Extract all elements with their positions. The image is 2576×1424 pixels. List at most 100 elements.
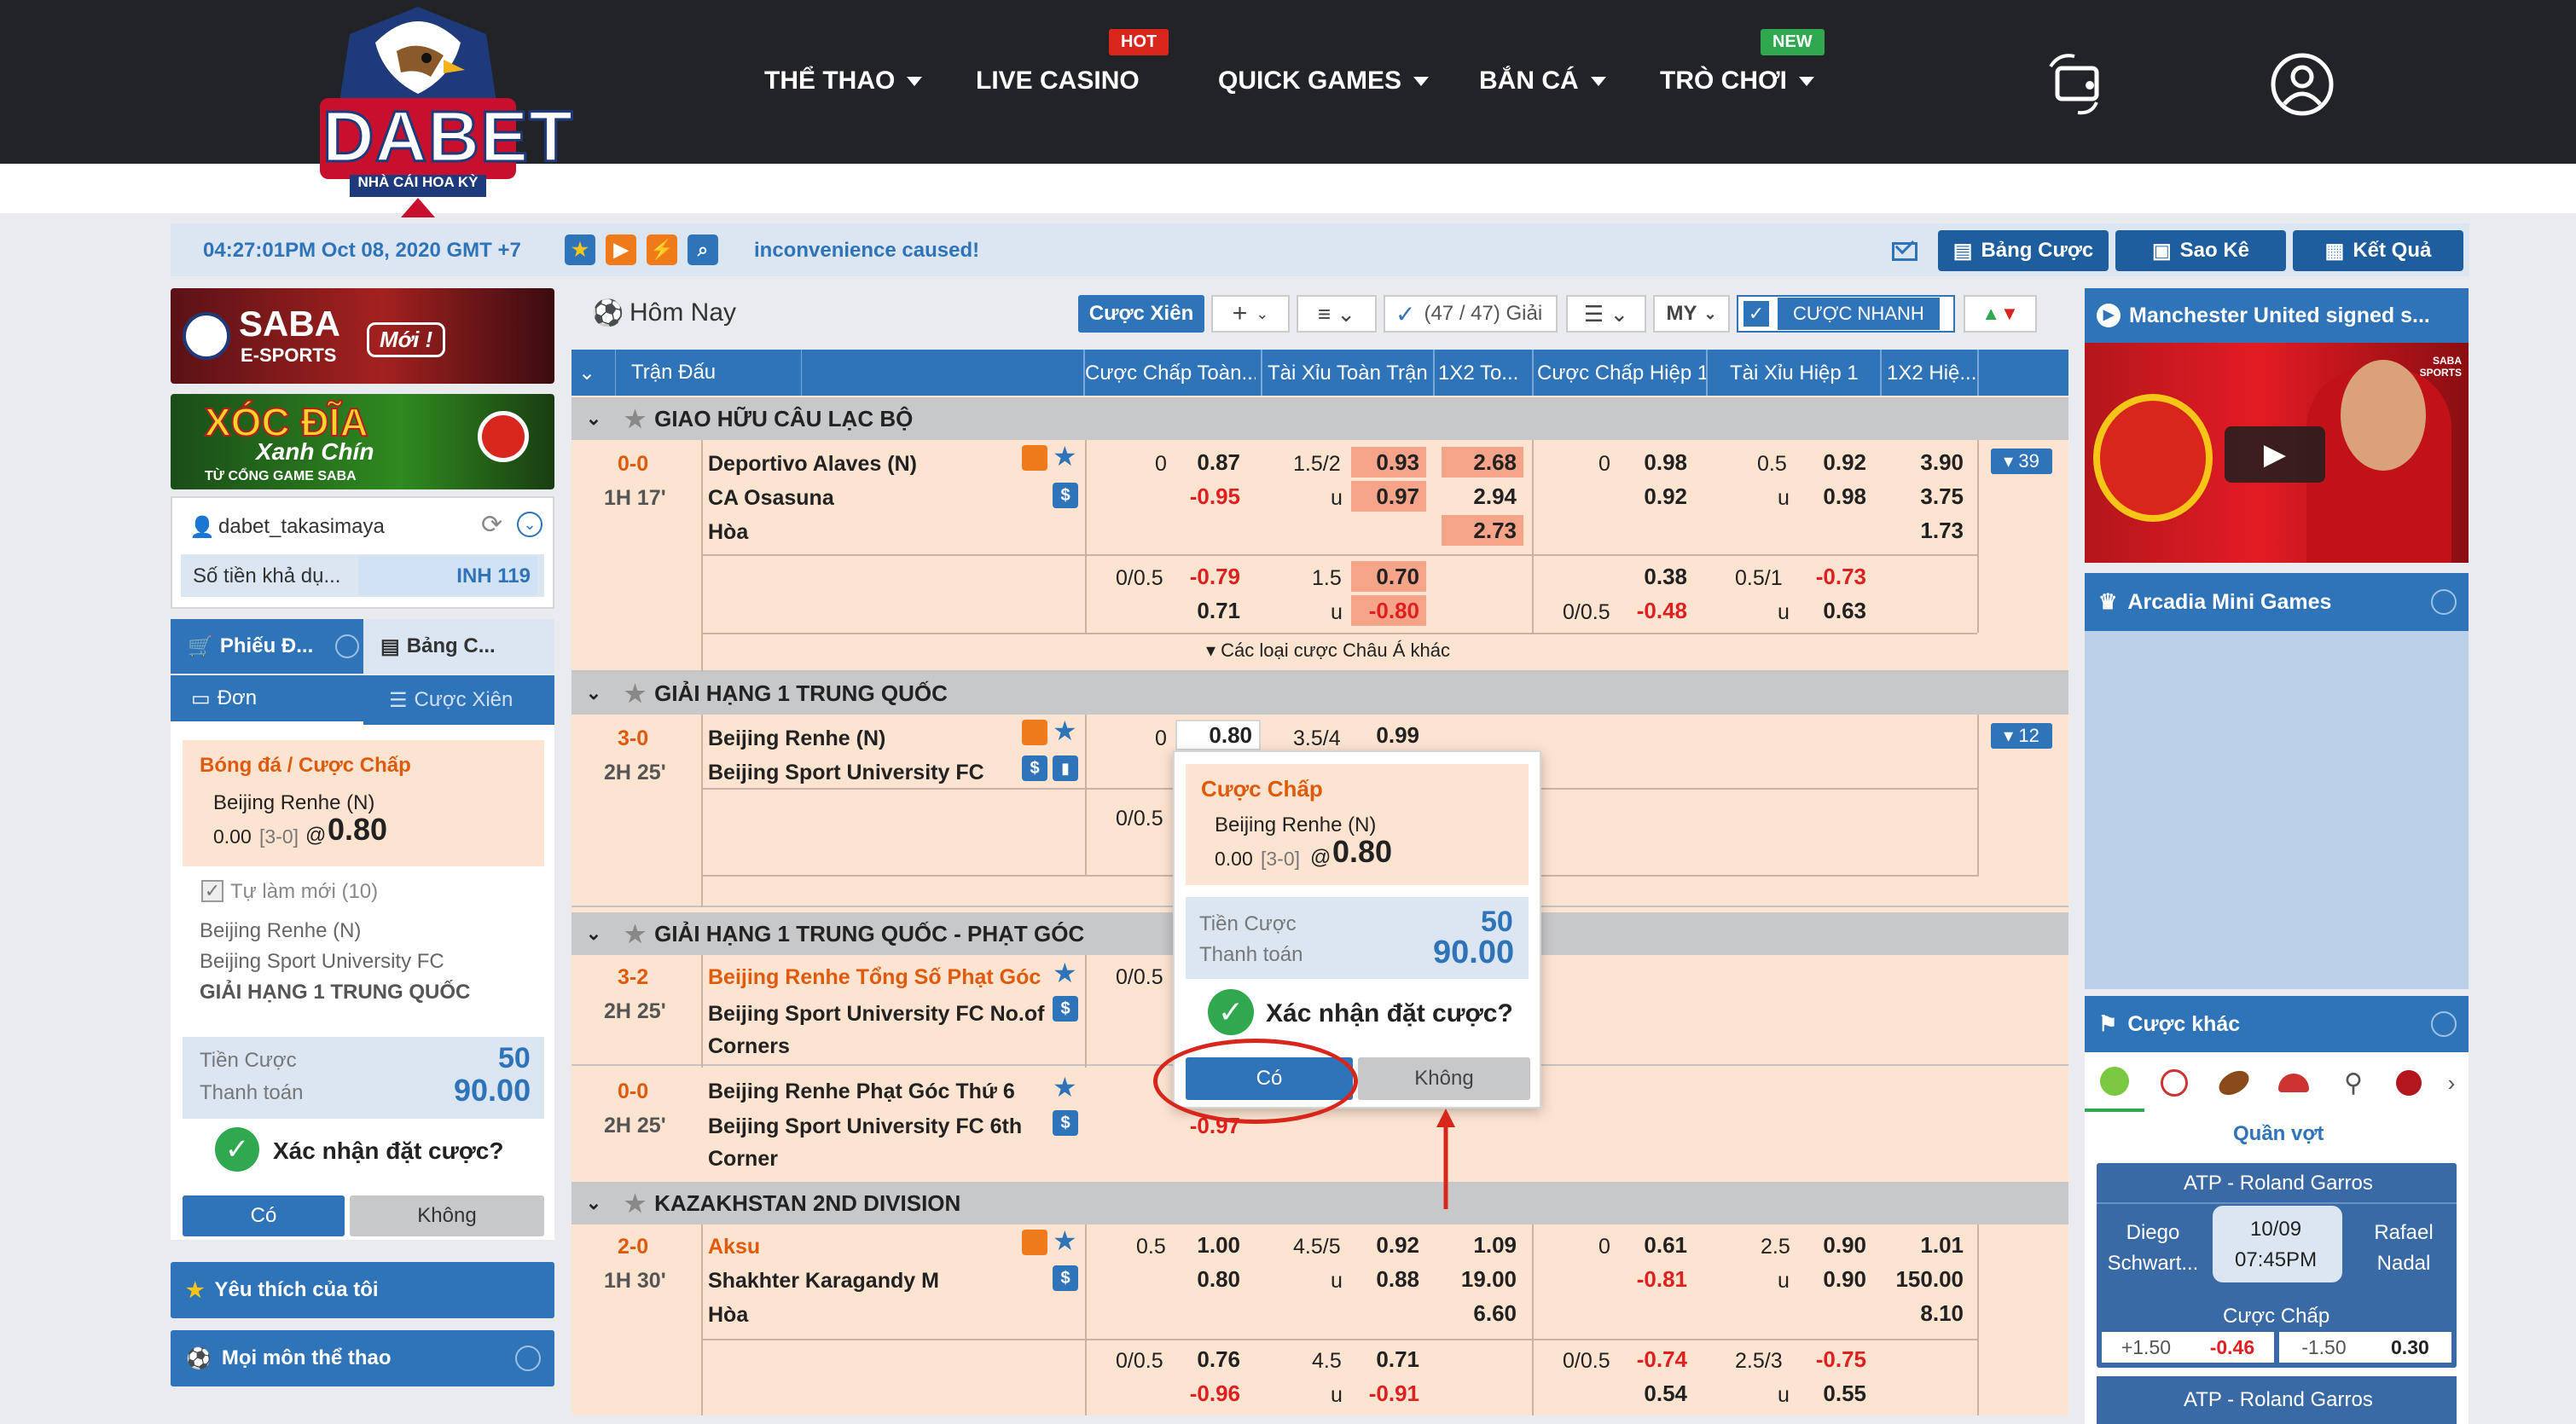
odds-type-dropdown[interactable]: MY ⌄ bbox=[1653, 295, 1730, 333]
odds-cell[interactable]: -0.81 bbox=[1619, 1264, 1694, 1294]
mail-icon[interactable] bbox=[1892, 234, 1917, 261]
cashout-icon[interactable]: $ bbox=[1053, 1265, 1078, 1291]
live-sport-icon[interactable] bbox=[1022, 720, 1047, 745]
star-icon[interactable]: ★ bbox=[1053, 1224, 1077, 1257]
nav-live-casino[interactable]: LIVE CASINO bbox=[976, 60, 1140, 102]
card-odds-right[interactable]: -1.50 0.30 bbox=[2279, 1332, 2451, 1363]
odds-change-icon[interactable]: ▲▼ bbox=[1964, 295, 2037, 333]
star-icon[interactable]: ★ bbox=[1053, 957, 1077, 989]
odds-cell[interactable]: 8.10 bbox=[1887, 1298, 1970, 1328]
odds-cell[interactable]: 0.88 bbox=[1351, 1264, 1426, 1294]
tab-bet-slip[interactable]: 🛒 Phiếu Đ... bbox=[171, 619, 363, 674]
odds-cell[interactable]: 1.09 bbox=[1442, 1230, 1523, 1260]
odds-cell[interactable]: 0.38 bbox=[1619, 561, 1694, 592]
odds-cell[interactable]: 0.92 bbox=[1619, 481, 1694, 512]
subtab-single[interactable]: ▭ Đơn bbox=[171, 675, 363, 725]
odds-cell[interactable]: 0.99 bbox=[1351, 720, 1426, 750]
cashout-icon[interactable]: $ bbox=[1053, 996, 1078, 1022]
odds-cell[interactable]: -0.80 bbox=[1351, 595, 1426, 626]
football-icon[interactable] bbox=[2204, 1054, 2264, 1112]
odds-cell[interactable]: 0.71 bbox=[1351, 1344, 1426, 1375]
league-header[interactable]: ⌄ ★ GIẢI HẠNG 1 TRUNG QUỐC bbox=[571, 672, 2068, 715]
star-icon[interactable]: ★ bbox=[1053, 440, 1077, 472]
odds-cell[interactable]: 0.63 bbox=[1798, 595, 1873, 626]
odds-cell[interactable]: -0.95 bbox=[1175, 481, 1247, 512]
away-team[interactable]: Beijing Sport University FC 6th Corner bbox=[708, 1110, 1032, 1175]
cap-icon[interactable] bbox=[2264, 1054, 2324, 1112]
favorite-star-button[interactable]: ★ bbox=[565, 234, 595, 265]
tennis-icon[interactable] bbox=[2085, 1054, 2144, 1112]
wallet-transfer-icon[interactable] bbox=[2044, 49, 2115, 118]
live-play-button[interactable]: ▶ bbox=[606, 234, 636, 265]
mini-games-header[interactable]: ♛ Arcadia Mini Games bbox=[2085, 573, 2469, 631]
odds-cell-selected[interactable]: 0.80 bbox=[1175, 720, 1261, 750]
add-button[interactable]: + ⌄ bbox=[1211, 295, 1290, 333]
popup-no-button[interactable]: Không bbox=[1358, 1057, 1530, 1100]
baseball-icon[interactable] bbox=[2144, 1054, 2204, 1112]
shuttlecock-icon[interactable]: ⚲ bbox=[2324, 1054, 2383, 1112]
odds-cell[interactable]: -0.79 bbox=[1175, 561, 1247, 592]
odds-cell[interactable]: 6.60 bbox=[1442, 1298, 1523, 1328]
odds-cell[interactable]: 0.61 bbox=[1619, 1230, 1694, 1260]
video-player[interactable]: ▶ SABA SPORTS bbox=[2085, 343, 2469, 563]
refresh-icon[interactable]: ⟳ bbox=[481, 510, 502, 540]
odds-cell[interactable]: 0.55 bbox=[1798, 1378, 1873, 1409]
odds-cell[interactable]: -0.91 bbox=[1351, 1378, 1426, 1409]
sport-quick-button[interactable]: ⚡ bbox=[647, 234, 677, 265]
subtab-parlay[interactable]: ☰ Cược Xiên bbox=[363, 675, 554, 725]
user-avatar-icon[interactable] bbox=[2271, 53, 2334, 116]
away-team[interactable]: CA Osasuna bbox=[708, 486, 834, 511]
odds-cell[interactable]: 0.92 bbox=[1798, 447, 1873, 478]
parlay-button[interactable]: Cược Xiên bbox=[1078, 295, 1204, 333]
sort-dropdown[interactable]: ≡ ⌄ bbox=[1297, 295, 1377, 333]
odds-cell[interactable]: -0.73 bbox=[1798, 561, 1873, 592]
nav-quick-games[interactable]: QUICK GAMES bbox=[1218, 60, 1430, 102]
odds-cell[interactable]: 0.90 bbox=[1798, 1230, 1873, 1260]
odds-cell[interactable]: 2.73 bbox=[1442, 515, 1523, 546]
stats-icon[interactable]: ▮ bbox=[1053, 755, 1078, 781]
collapse-all-icon[interactable]: ⌄ bbox=[571, 350, 616, 396]
odds-cell[interactable]: 0.90 bbox=[1798, 1264, 1873, 1294]
cricket-icon[interactable] bbox=[2383, 1054, 2434, 1112]
saba-esports-banner[interactable]: SABA E-SPORTS Mới ! bbox=[171, 288, 554, 384]
more-markets-button[interactable]: ▾ 39 bbox=[1991, 449, 2052, 474]
odds-cell[interactable]: 0.54 bbox=[1619, 1378, 1694, 1409]
home-team[interactable]: Beijing Renhe Tổng Số Phạt Góc bbox=[708, 965, 1041, 990]
home-team[interactable]: Deportivo Alaves (N) bbox=[708, 452, 917, 477]
nav-the-thao[interactable]: THỂ THAO bbox=[764, 60, 923, 102]
cashout-icon[interactable]: $ bbox=[1053, 1110, 1078, 1136]
tab-bet-list[interactable]: ▤ Bảng C... bbox=[363, 619, 554, 674]
odds-cell[interactable]: 150.00 bbox=[1887, 1264, 1970, 1294]
confirm-no-button[interactable]: Không bbox=[350, 1195, 544, 1236]
home-team[interactable]: Aksu bbox=[708, 1235, 760, 1259]
odds-cell[interactable]: -0.96 bbox=[1175, 1378, 1247, 1409]
odds-cell[interactable]: 0.93 bbox=[1351, 447, 1426, 478]
nav-ban-ca[interactable]: BẮN CÁ bbox=[1479, 60, 1606, 102]
collapse-icon[interactable]: ⌄ bbox=[517, 512, 542, 537]
other-bets-header[interactable]: ⚑ Cược khác bbox=[2085, 996, 2469, 1052]
bet-list-button[interactable]: ▤ Bảng Cược bbox=[1938, 230, 2109, 271]
live-sport-icon[interactable] bbox=[1022, 1230, 1047, 1255]
auto-refresh-checkbox[interactable]: ✓ bbox=[201, 880, 223, 902]
odds-cell[interactable]: -0.75 bbox=[1798, 1344, 1873, 1375]
odds-cell[interactable]: 0.92 bbox=[1351, 1230, 1426, 1260]
odds-cell[interactable]: 2.68 bbox=[1442, 447, 1523, 478]
play-button[interactable]: ▶ bbox=[2225, 426, 2325, 483]
odds-cell[interactable]: 1.00 bbox=[1175, 1230, 1247, 1260]
odds-cell[interactable]: 0.80 bbox=[1175, 1264, 1247, 1294]
odds-cell[interactable]: 3.90 bbox=[1887, 447, 1970, 478]
nav-tro-choi[interactable]: TRÒ CHƠI bbox=[1660, 60, 1814, 102]
odds-cell[interactable]: 1.73 bbox=[1887, 515, 1970, 546]
more-markets-button[interactable]: ▾ 12 bbox=[1991, 723, 2052, 749]
odds-cell[interactable]: -0.48 bbox=[1619, 595, 1694, 626]
xoc-dia-banner[interactable]: XÓC ĐĨA Xanh Chín TỪ CỔNG GAME SABA bbox=[171, 394, 554, 489]
view-dropdown[interactable]: ☰ ⌄ bbox=[1566, 295, 1646, 333]
cashout-icon[interactable]: $ bbox=[1022, 755, 1047, 781]
league-header[interactable]: ⌄ ★ KAZAKHSTAN 2ND DIVISION bbox=[571, 1182, 2068, 1224]
away-team[interactable]: Shakhter Karagandy M bbox=[708, 1269, 939, 1294]
odds-cell[interactable]: 0.98 bbox=[1798, 481, 1873, 512]
odds-cell[interactable]: -0.74 bbox=[1619, 1344, 1694, 1375]
away-team[interactable]: Beijing Sport University FC bbox=[708, 761, 984, 785]
odds-cell[interactable]: 0.70 bbox=[1351, 561, 1426, 592]
odds-cell[interactable]: 1.01 bbox=[1887, 1230, 1970, 1260]
